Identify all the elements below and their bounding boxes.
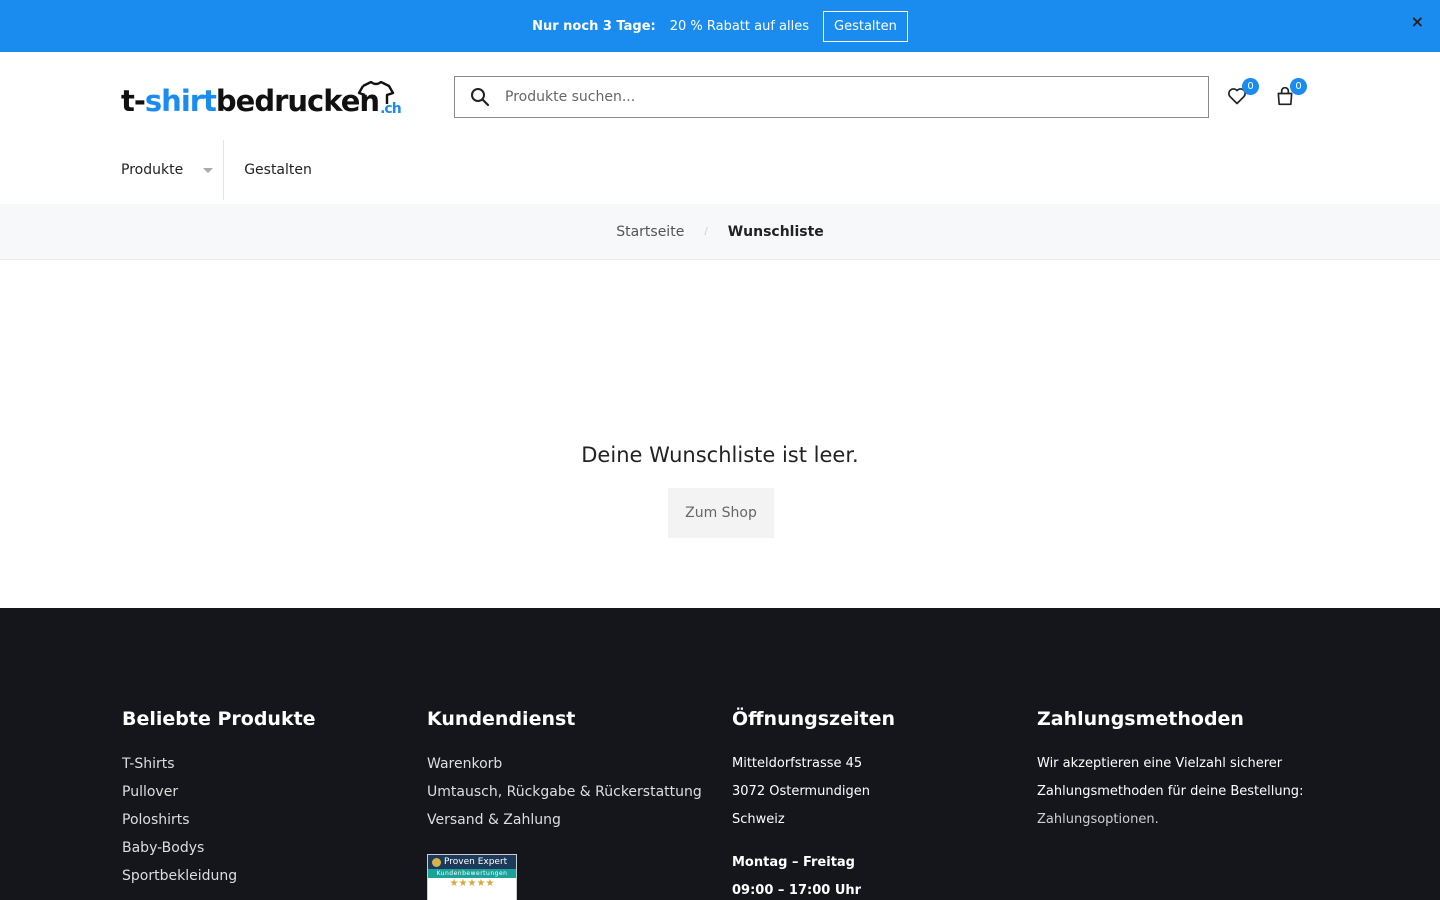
footer-payment-text-2: Zahlungsmethoden für deine Bestellung: (1037, 784, 1304, 799)
footer-link-shipping[interactable]: Versand & Zahlung (427, 806, 717, 834)
footer-hours-days: Montag – Freitag (732, 855, 855, 870)
proven-expert-sub: Kundenbewertungen (428, 869, 516, 878)
to-shop-button[interactable]: Zum Shop (668, 488, 774, 538)
wishlist-button[interactable]: 0 (1227, 78, 1259, 108)
footer-opening-hours: Öffnungszeiten Mitteldorfstrasse 45 3072… (732, 708, 1022, 900)
cart-button[interactable]: 0 (1275, 78, 1307, 108)
promo-lead: Nur noch 3 Tage: (532, 18, 656, 34)
logo[interactable]: t-shirt bedrucken .ch (121, 80, 402, 118)
footer-link-cart[interactable]: Warenkorb (427, 750, 717, 778)
footer-popular-title: Beliebte Produkte (122, 708, 316, 730)
footer-link-baby-bodys[interactable]: Baby-Bodys (122, 834, 412, 862)
breadcrumb: Startseite / Wunschliste (0, 204, 1440, 260)
footer-payment-methods: Zahlungsmethoden Wir akzeptieren eine Vi… (1037, 708, 1327, 834)
promo-text: 20 % Rabatt auf alles (669, 18, 810, 34)
promo-cta-button[interactable]: Gestalten (823, 10, 908, 42)
promo-bar: Nur noch 3 Tage: 20 % Rabatt auf alles G… (0, 0, 1440, 52)
close-icon[interactable]: × (1411, 12, 1424, 31)
footer-popular-products: Beliebte Produkte T-Shirts Pullover Polo… (122, 708, 412, 890)
footer-link-returns[interactable]: Umtausch, Rückgabe & Rückerstattung (427, 778, 717, 806)
logo-part-2: shirt (144, 84, 217, 118)
search-icon[interactable] (455, 87, 505, 107)
footer-hours-title: Öffnungszeiten (732, 708, 895, 730)
search-input[interactable] (505, 89, 1185, 105)
logo-part-3: bedrucken (215, 84, 380, 118)
footer-link-sportbekleidung[interactable]: Sportbekleidung (122, 862, 412, 890)
footer-address-street: Mitteldorfstrasse 45 (732, 756, 863, 771)
empty-wishlist-message: Deine Wunschliste ist leer. (581, 443, 859, 467)
chevron-down-icon (203, 167, 214, 173)
logo-part-1: t- (121, 84, 146, 118)
footer-link-tshirts[interactable]: T-Shirts (122, 750, 412, 778)
footer-link-pullover[interactable]: Pullover (122, 778, 412, 806)
footer-link-poloshirts[interactable]: Poloshirts (122, 806, 412, 834)
rating-stars: ★★★★★ (449, 878, 495, 889)
tshirt-logo-icon (357, 81, 395, 104)
footer-service-title: Kundendienst (427, 708, 576, 730)
breadcrumb-current: Wunschliste (727, 223, 824, 240)
footer-payment-title: Zahlungsmethoden (1037, 708, 1244, 730)
cart-count-badge: 0 (1290, 78, 1307, 95)
search-box[interactable] (454, 76, 1209, 118)
footer-payment-text-1: Wir akzeptieren eine Vielzahl sicherer (1037, 756, 1283, 771)
wishlist-count-badge: 0 (1242, 78, 1259, 95)
footer-hours-time: 09:00 – 17:00 Uhr (732, 883, 862, 898)
nav-item-products[interactable]: Produkte (121, 140, 225, 200)
nav-item-design[interactable]: Gestalten (244, 162, 312, 178)
proven-expert-icon (432, 857, 441, 867)
proven-expert-badge[interactable]: Proven Expert Kundenbewertungen ★★★★★ (427, 854, 517, 900)
proven-expert-brand: Proven Expert (444, 857, 508, 867)
breadcrumb-separator: / (704, 226, 708, 237)
footer-address-country: Schweiz (732, 812, 785, 827)
footer: Beliebte Produkte T-Shirts Pullover Polo… (0, 608, 1440, 900)
nav-products-label: Produkte (121, 162, 184, 178)
footer-address-city: 3072 Ostermundigen (732, 784, 870, 799)
footer-payment-options-link[interactable]: Zahlungsoptionen. (1037, 806, 1327, 834)
breadcrumb-home-link[interactable]: Startseite (616, 224, 684, 240)
main-nav: Produkte Gestalten (121, 140, 312, 200)
footer-customer-service: Kundendienst Warenkorb Umtausch, Rückgab… (427, 708, 717, 900)
